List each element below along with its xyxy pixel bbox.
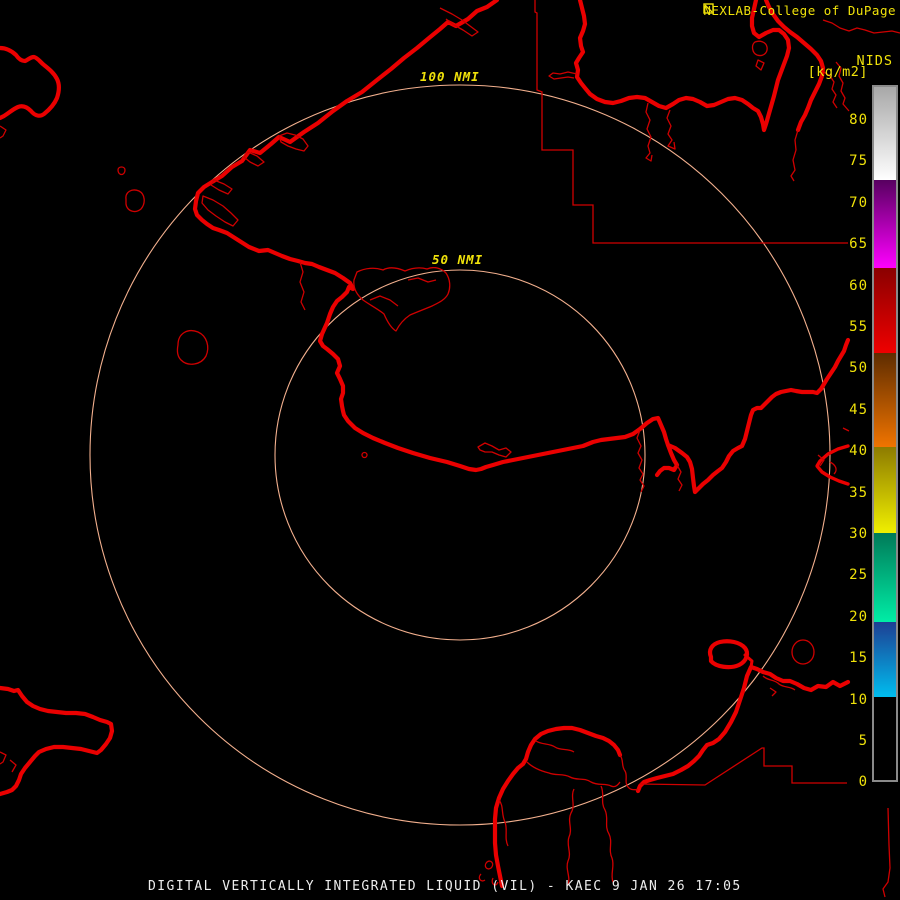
lagoon-mid-south	[477, 442, 512, 458]
boundary-southeast	[639, 747, 847, 786]
cape-river-south	[790, 129, 799, 182]
scale-units: [kg/m2]	[807, 64, 868, 80]
color-scale-tick-label: 35	[849, 484, 868, 501]
small-lake-center	[361, 451, 368, 459]
color-scale-segment	[874, 87, 896, 180]
estuary-thin-2	[829, 461, 837, 475]
coastline-south-dome	[492, 725, 623, 889]
island-cape-2	[755, 59, 765, 71]
coastlines-thin	[0, 7, 900, 886]
landmass-topleft	[0, 45, 61, 121]
color-scale-segment	[874, 622, 896, 697]
radar-map	[0, 0, 900, 898]
thin-line-topright	[822, 19, 900, 34]
color-scale-segment	[874, 447, 896, 533]
dome-bayou-2	[566, 788, 575, 886]
bay-inner-detail-2	[407, 277, 437, 283]
color-scale-tick-label: 45	[849, 401, 868, 418]
color-scale-tick-label: 15	[849, 650, 868, 667]
coastline-northeast	[573, 0, 792, 133]
color-scale-tick-label: 10	[849, 691, 868, 708]
estuary-thin-3	[842, 427, 850, 432]
header: NEXLAB-College of DuPage	[703, 3, 896, 18]
spur-northeast-1	[548, 71, 578, 80]
color-scale-tick-label: 25	[849, 567, 868, 584]
landmass-bottomleft-detail-2	[9, 759, 17, 773]
small-circle-west-1	[117, 166, 126, 176]
color-scale-tick-label: 60	[849, 277, 868, 294]
range-ring-50nmi	[274, 269, 646, 641]
island-cape-1	[751, 40, 768, 57]
coastline-southeast	[635, 664, 851, 794]
bay-lagoon	[353, 266, 451, 332]
color-scale-segment	[874, 353, 896, 447]
dome-bayou-3	[600, 785, 614, 883]
landmass-bottomleft	[0, 685, 115, 797]
landmass-topleft-detail	[0, 125, 7, 139]
bay-inner-detail-1	[369, 295, 399, 307]
color-scale-tick-label: 80	[849, 112, 868, 128]
color-scale-segment	[874, 533, 896, 622]
landmass-bottomleft-detail-1	[0, 751, 7, 765]
color-scale-tick-label: 30	[849, 526, 868, 542]
color-scale-tick-label: 65	[849, 236, 868, 253]
river-northeast-2	[666, 109, 676, 150]
boundary-right-edge	[882, 807, 891, 898]
color-scale-tick-label: 40	[849, 443, 868, 460]
product-caption: DIGITAL VERTICALLY INTEGRATED LIQUID (VI…	[148, 879, 742, 894]
range-rings	[89, 84, 831, 826]
color-scale-tick-label: 70	[849, 194, 868, 211]
brand-text: NEXLAB-College of DuPage	[703, 3, 896, 18]
radar-display: NEXLAB-College of DuPage NIDS [kg/m2] 10…	[0, 0, 900, 900]
color-scale-tick-label: 0	[858, 774, 868, 791]
color-scale-tick-label: 20	[849, 608, 868, 625]
dome-bayou-1	[526, 761, 621, 788]
circle-west-3	[176, 330, 209, 365]
island-oval	[707, 639, 750, 670]
range-ring-label-50: 50 NMI	[428, 252, 488, 267]
color-scale-tick-label: 50	[849, 360, 868, 377]
range-ring-100nmi	[89, 84, 831, 826]
cod-logo-icon[interactable]	[703, 3, 715, 14]
thin-circle-southeast	[791, 639, 815, 665]
color-scale-bar	[872, 85, 898, 782]
color-scale-tick-label: 55	[849, 319, 868, 335]
coast-se-detail-2	[769, 687, 777, 697]
dome-bayou-4	[535, 740, 575, 753]
color-scale-segment	[874, 268, 896, 353]
delta-detail-2	[676, 464, 683, 492]
lagoon-nw	[201, 195, 239, 227]
color-scale-tick-label: 75	[849, 153, 868, 170]
small-circle-west-2	[125, 189, 145, 213]
color-scale-segment	[874, 180, 896, 268]
dome-squiggle-1	[484, 860, 494, 870]
color-scale-segment	[874, 697, 896, 780]
coastlines-thick	[0, 0, 851, 889]
range-ring-label-100: 100 NMI	[416, 69, 484, 84]
river-northeast-1	[645, 102, 653, 162]
color-scale-tick-label: 5	[858, 733, 868, 749]
river-south-1	[299, 261, 306, 311]
